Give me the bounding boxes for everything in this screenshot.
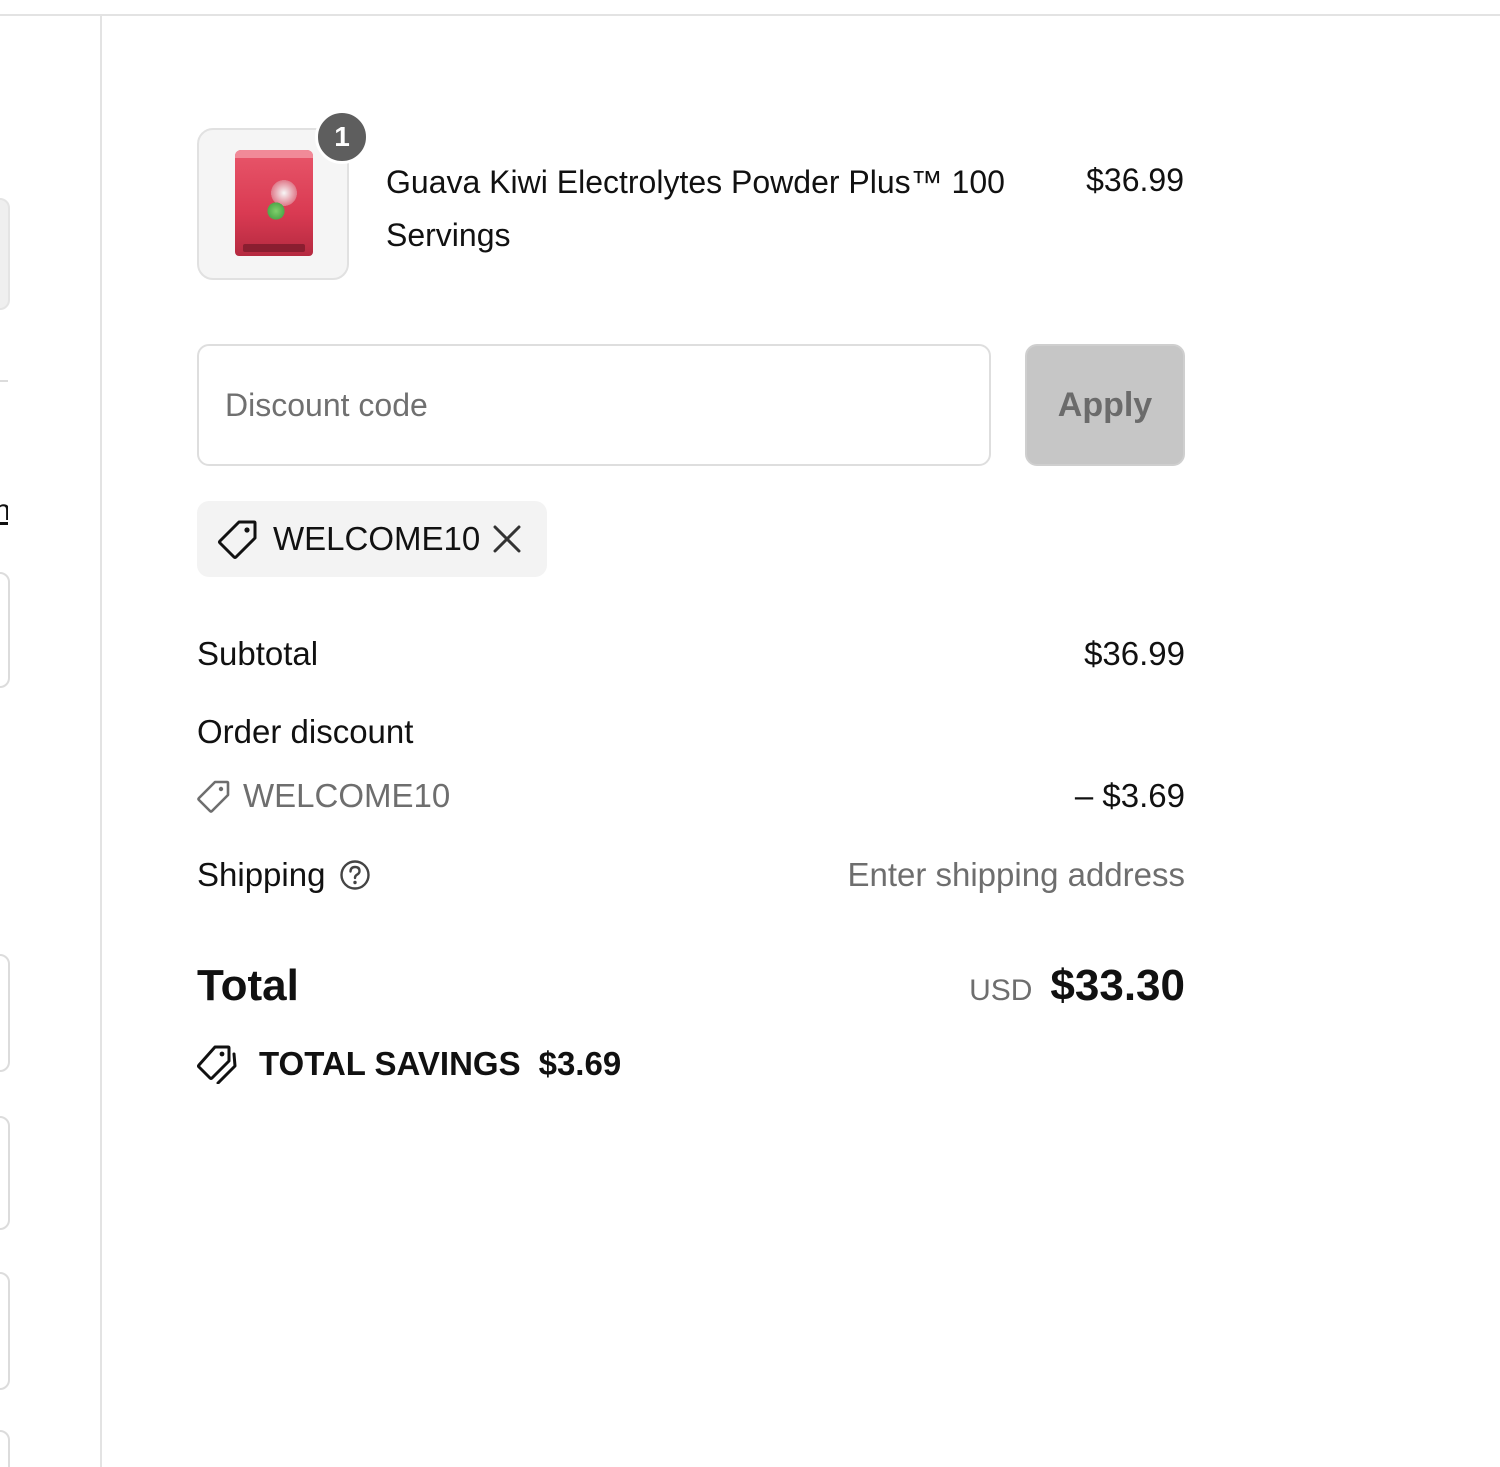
savings-tags-icon xyxy=(197,1045,237,1084)
left-panel-link-fragment[interactable]: n xyxy=(0,494,8,528)
product-pouch-image xyxy=(235,150,313,256)
quantity-badge: 1 xyxy=(315,110,369,164)
product-price: $36.99 xyxy=(1086,162,1184,198)
close-icon[interactable] xyxy=(489,521,525,557)
left-panel-divider xyxy=(0,380,8,382)
left-panel-button-fragment[interactable] xyxy=(0,198,10,310)
discount-code-input[interactable] xyxy=(197,344,991,466)
left-panel-field-fragment[interactable] xyxy=(0,954,10,1072)
savings-value: $3.69 xyxy=(538,1045,622,1082)
shipping-label: Shipping xyxy=(197,856,326,893)
order-discount-code-text: WELCOME10 xyxy=(243,777,451,814)
product-name: Guava Kiwi Electrolytes Powder Plus™ 100… xyxy=(386,164,1005,253)
total-value: $33.30 xyxy=(1050,961,1185,1010)
help-icon[interactable] xyxy=(339,859,371,891)
total-savings: TOTAL SAVINGS $3.69 xyxy=(197,1044,621,1084)
left-panel-field-fragment[interactable] xyxy=(0,572,10,688)
total-value-group: USD $33.30 xyxy=(969,958,1185,1014)
tag-icon xyxy=(197,780,230,813)
total-label: Total xyxy=(197,961,299,1010)
top-border xyxy=(0,14,1500,16)
column-divider xyxy=(100,16,102,1467)
order-discount-value: – $3.69 xyxy=(1074,777,1185,814)
shipping-label-group: Shipping xyxy=(197,855,371,895)
subtotal-value: $36.99 xyxy=(1084,635,1185,672)
order-discount-label: Order discount xyxy=(197,713,414,750)
subtotal-label: Subtotal xyxy=(197,635,319,672)
left-panel-field-fragment[interactable] xyxy=(0,1430,10,1467)
tag-icon xyxy=(218,520,257,559)
applied-discount-chip: WELCOME10 xyxy=(197,501,547,577)
shipping-value: Enter shipping address xyxy=(847,856,1185,893)
applied-code-label: WELCOME10 xyxy=(273,520,481,557)
savings-label: TOTAL SAVINGS xyxy=(259,1045,521,1082)
order-discount-code: WELCOME10 xyxy=(197,776,450,816)
currency-code: USD xyxy=(969,974,1033,1007)
apply-button[interactable]: Apply xyxy=(1025,344,1185,466)
checkout-order-summary: n 1 Guava Kiwi Electrolytes Powder Plus™… xyxy=(0,0,1500,1467)
left-panel-field-fragment[interactable] xyxy=(0,1272,10,1390)
left-panel-field-fragment[interactable] xyxy=(0,1116,10,1230)
